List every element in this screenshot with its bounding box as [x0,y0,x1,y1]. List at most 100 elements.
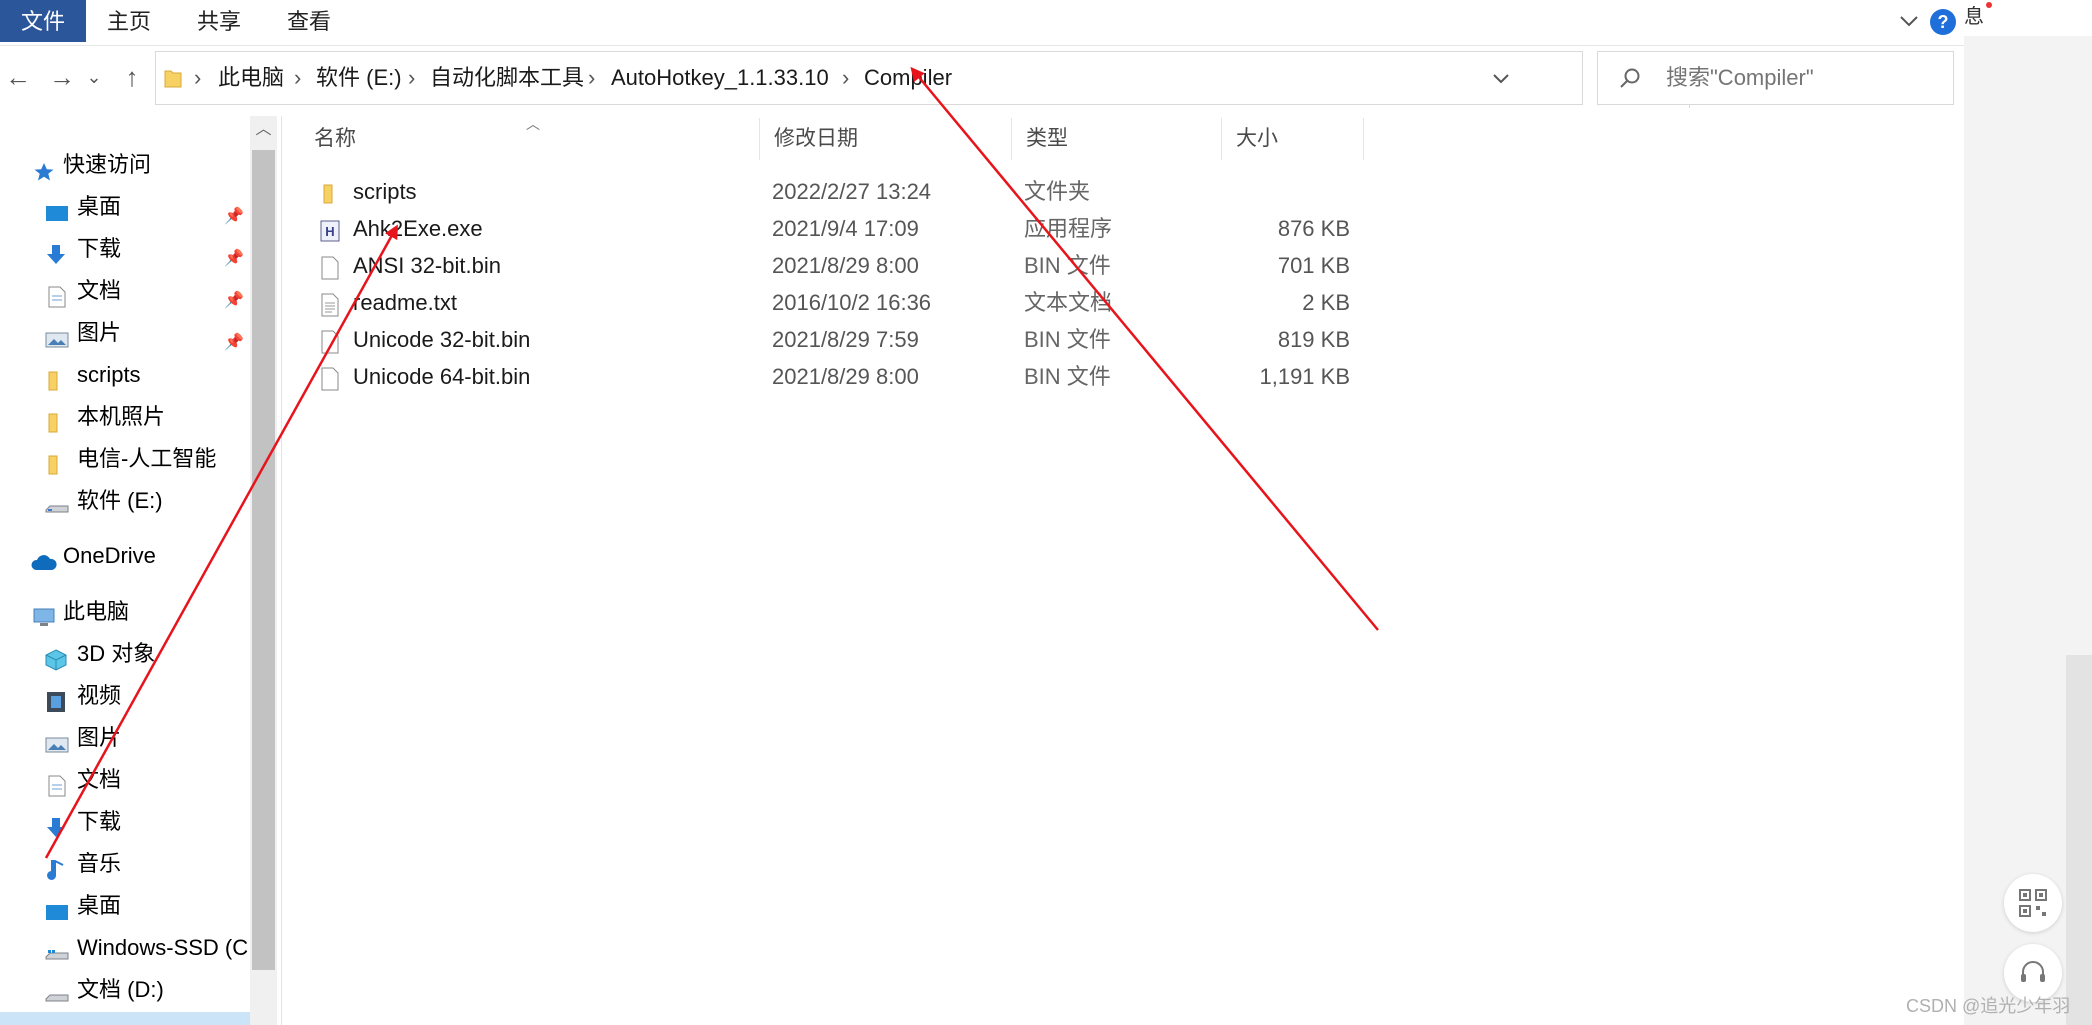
recent-locations-button[interactable]: ⌄ [84,61,104,93]
pane-divider[interactable] [281,116,282,1025]
sidebar-item-desktop-pc[interactable]: 桌面 [0,886,248,926]
sidebar-item-downloads-pc[interactable]: 下载 [0,802,248,842]
sidebar-label: 电信-人工智能 [77,446,217,471]
sidebar-this-pc[interactable]: 此电脑 [0,592,248,632]
file-type: 文件夹 [1024,179,1091,204]
file-icon [320,365,340,391]
search-box[interactable] [1597,51,1954,105]
sidebar-item-music[interactable]: 音乐 [0,844,248,884]
column-header-date[interactable]: 修改日期 [760,118,1012,160]
sidebar-item-pictures-pc[interactable]: 图片 [0,718,248,758]
back-button[interactable]: ← [2,61,34,93]
scroll-up-chevron-icon[interactable]: ︿ [250,116,277,144]
sidebar-label: 桌面 [77,194,122,219]
sidebar-label: OneDrive [63,543,156,568]
address-bar[interactable]: › 此电脑 › 软件 (E:) › 自动化脚本工具 › AutoHotkey_1… [155,51,1724,108]
sidebar-selected-item[interactable] [0,1012,250,1025]
file-type: BIN 文件 [1024,364,1111,389]
watermark: CSDN @追光少年羽 [1906,996,2071,1016]
sidebar-item-scripts[interactable]: scripts [0,355,248,395]
breadcrumb-separator: › [294,65,302,90]
breadcrumb-drive-e[interactable]: 软件 (E:) [316,52,402,104]
file-row[interactable]: Unicode 64-bit.bin 2021/8/29 8:00 BIN 文件… [300,358,1364,395]
sidebar-label: 下载 [77,236,122,261]
up-button[interactable]: ↑ [116,61,148,93]
ribbon-expand-chevron-icon[interactable] [1896,8,1922,34]
notification-dot [1986,2,1992,8]
forward-button[interactable]: → [46,61,78,93]
drive-icon [45,938,69,960]
folder-icon [45,449,67,475]
sidebar-label: 图片 [77,725,122,750]
breadcrumb-autohotkey[interactable]: AutoHotkey_1.1.33.10 [611,52,829,104]
file-size: 701 KB [1277,253,1350,278]
ribbon-tab-bar: 文件 主页 共享 查看 ? [0,0,1964,46]
sidebar-label: 文档 [77,767,122,792]
tab-file[interactable]: 文件 [0,0,86,42]
drive-icon [45,980,69,1002]
scrollbar-thumb[interactable] [252,150,275,970]
help-icon[interactable]: ? [1930,9,1956,35]
file-row[interactable]: scripts 2022/2/27 13:24 文件夹 [300,173,1364,210]
sidebar-label: 3D 对象 [77,641,156,666]
file-row[interactable]: ANSI 32-bit.bin 2021/8/29 8:00 BIN 文件 70… [300,247,1364,284]
sidebar-item-drive-d[interactable]: 文档 (D:) [0,970,248,1010]
file-date: 2016/10/2 16:36 [772,290,932,315]
file-row[interactable]: Unicode 32-bit.bin 2021/8/29 7:59 BIN 文件… [300,321,1364,358]
column-header-name[interactable]: 名称 [300,118,760,160]
svg-text:H: H [325,224,334,239]
sidebar-label: 图片 [77,320,122,345]
breadcrumb-separator: › [842,65,850,90]
sidebar-item-downloads[interactable]: 下载 📌 [0,229,248,269]
sidebar-item-drive-c[interactable]: Windows-SSD (C: [0,928,250,968]
tab-share[interactable]: 共享 [186,0,252,42]
file-icon [320,328,340,354]
address-dropdown-chevron-icon[interactable] [1489,66,1513,90]
file-size: 1,191 KB [1259,364,1350,389]
sidebar-item-drive-e[interactable]: 软件 (E:) [0,481,248,521]
desktop-icon [45,197,68,221]
download-icon [45,239,67,264]
breadcrumb-automation-tools[interactable]: 自动化脚本工具 [430,52,584,104]
column-header-size[interactable]: 大小 [1222,118,1364,160]
desktop-icon [45,896,68,920]
document-icon [47,770,69,797]
search-input[interactable] [1664,58,1948,98]
sidebar-label: 本机照片 [77,404,166,429]
file-date: 2021/8/29 8:00 [772,364,919,389]
tab-view[interactable]: 查看 [276,0,342,42]
breadcrumb-separator: › [194,65,202,90]
file-row[interactable]: H Ahk2Exe.exe 2021/9/4 17:09 应用程序 876 KB [300,210,1364,247]
sidebar-onedrive[interactable]: OneDrive [0,536,248,576]
file-type: 文本文档 [1024,290,1113,315]
column-header-type[interactable]: 类型 [1012,118,1222,160]
breadcrumb-this-pc[interactable]: 此电脑 [218,52,284,104]
sidebar-item-local-photos[interactable]: 本机照片 [0,397,248,437]
sidebar-item-3d-objects[interactable]: 3D 对象 [0,634,248,674]
file-name: ANSI 32-bit.bin [353,253,501,278]
file-date: 2021/9/4 17:09 [772,216,919,241]
folder-icon [45,365,67,391]
file-type: BIN 文件 [1024,327,1111,352]
sidebar-item-documents-pc[interactable]: 文档 [0,760,248,800]
sidebar-label: 下载 [77,809,122,834]
ahk-exe-icon: H [320,217,340,242]
tab-home[interactable]: 主页 [96,0,162,42]
sidebar-item-desktop[interactable]: 桌面 📌 [0,187,248,227]
file-type: BIN 文件 [1024,253,1111,278]
sidebar-item-documents[interactable]: 文档 📌 [0,271,248,311]
sidebar-label: 桌面 [77,893,122,918]
adjacent-scrollbar[interactable] [2066,655,2092,1025]
drive-icon [45,491,69,513]
sidebar-item-videos[interactable]: 视频 [0,676,248,716]
sidebar-label: 音乐 [77,851,122,876]
sidebar-item-pictures[interactable]: 图片 📌 [0,313,248,353]
file-icon [320,254,340,280]
navigation-pane: 快速访问 桌面 📌 下载 📌 文档 📌 图片 📌 scripts 本机照片 电信… [0,116,250,1025]
breadcrumb-compiler[interactable]: Compiler [864,52,952,104]
sidebar-quick-access[interactable]: 快速访问 [0,145,248,185]
file-row[interactable]: readme.txt 2016/10/2 16:36 文本文档 2 KB [300,284,1364,321]
sidebar-item-telecom-ai[interactable]: 电信-人工智能 [0,439,248,479]
qr-code-icon[interactable] [2004,874,2062,932]
partial-text: 息 [1964,6,1984,28]
